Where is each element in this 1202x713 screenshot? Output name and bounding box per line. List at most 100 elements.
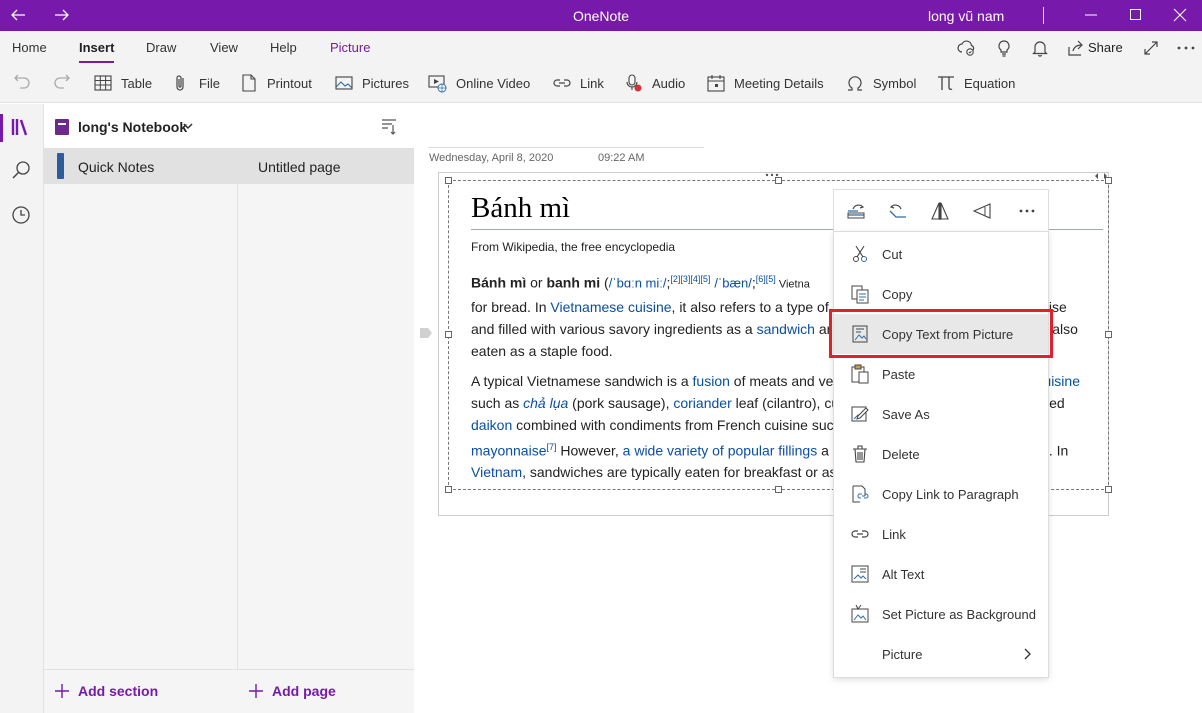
flip-horizontal-icon[interactable] <box>929 200 951 222</box>
resize-handle[interactable] <box>445 177 452 184</box>
add-page-button[interactable]: Add page <box>248 683 336 699</box>
clipboard-paste-icon <box>850 364 870 384</box>
redo-button[interactable] <box>52 72 80 94</box>
close-icon[interactable] <box>1173 8 1187 22</box>
add-page-label: Add page <box>272 683 336 699</box>
resize-handle[interactable] <box>775 177 782 184</box>
ribbon-tabs: Home Insert Draw View Help Picture Share <box>0 31 1202 64</box>
menu-label-picture: Picture <box>882 647 923 662</box>
sync-status-icon[interactable] <box>957 38 977 58</box>
menu-label-set-background: Set Picture as Background <box>882 607 1036 622</box>
online-video-icon <box>428 75 447 93</box>
insert-audio-button[interactable]: Audio <box>624 72 685 94</box>
menu-item-cut[interactable]: Cut <box>834 234 1048 274</box>
insert-file-button[interactable]: File <box>171 72 220 94</box>
microphone-icon <box>626 74 642 92</box>
paperclip-icon <box>176 75 184 91</box>
meeting-calendar-icon <box>707 75 725 92</box>
resize-handle[interactable] <box>445 331 452 338</box>
notebooks-library-icon[interactable] <box>10 116 32 138</box>
menu-item-alt-text[interactable]: Alt Text <box>834 554 1048 594</box>
picture-mini-toolbar <box>833 189 1049 231</box>
resize-handle[interactable] <box>445 486 452 493</box>
resize-handle[interactable] <box>1105 331 1112 338</box>
menu-label-link: Link <box>882 527 906 542</box>
container-width-arrows-icon[interactable] <box>1094 172 1108 180</box>
scissors-icon <box>850 244 870 264</box>
menu-label-copy-link: Copy Link to Paragraph <box>882 487 1019 502</box>
sort-icon[interactable] <box>380 117 398 135</box>
section-label: Quick Notes <box>78 159 155 175</box>
menu-label-cut: Cut <box>882 247 903 262</box>
more-options-icon[interactable] <box>1016 200 1038 222</box>
titlebar-divider <box>1043 7 1044 24</box>
recent-clock-icon[interactable] <box>10 204 32 226</box>
notebook-header: long's Notebook <box>44 104 414 148</box>
resize-handle[interactable] <box>775 486 782 493</box>
move-dots-icon[interactable] <box>764 172 780 178</box>
share-icon[interactable] <box>1066 38 1086 58</box>
flip-vertical-icon[interactable] <box>971 200 993 222</box>
chevron-down-icon[interactable] <box>182 121 194 131</box>
insert-link-button[interactable]: Link <box>552 72 604 94</box>
menu-item-link[interactable]: Link <box>834 514 1048 554</box>
paragraph-handle-icon[interactable] <box>420 328 432 338</box>
insert-online-video-button[interactable]: Online Video <box>428 72 530 94</box>
fullscreen-expand-icon[interactable] <box>1141 38 1161 58</box>
maximize-icon[interactable] <box>1129 8 1143 22</box>
menu-item-set-picture-as-background[interactable]: Set Picture as Background <box>834 594 1048 634</box>
menu-item-delete[interactable]: Delete <box>834 434 1048 474</box>
table-icon <box>94 75 112 91</box>
insert-equation-button[interactable]: Equation <box>936 72 1015 94</box>
picture-context-menu: Cut Copy Copy Text from Picture Paste Sa… <box>833 231 1049 678</box>
insert-printout-button[interactable]: Printout <box>239 72 312 94</box>
undo-button[interactable] <box>12 72 40 94</box>
notification-bell-icon[interactable] <box>1030 38 1050 58</box>
lightbulb-icon[interactable] <box>994 38 1014 58</box>
menu-item-copy-link-to-paragraph[interactable]: Copy Link to Paragraph <box>834 474 1048 514</box>
notebook-name[interactable]: long's Notebook <box>78 119 187 135</box>
tab-insert[interactable]: Insert <box>79 40 115 63</box>
insert-meeting-details-button[interactable]: Meeting Details <box>706 72 824 94</box>
menu-item-picture[interactable]: Picture <box>834 634 1048 674</box>
page-date: Wednesday, April 8, 2020 <box>429 152 554 164</box>
minimize-icon[interactable] <box>1084 8 1098 22</box>
menu-label-copy: Copy <box>882 287 913 302</box>
section-item-quick-notes[interactable]: Quick Notes <box>44 148 238 184</box>
insert-symbol-button[interactable]: Symbol <box>845 72 916 94</box>
menu-item-paste[interactable]: Paste <box>834 354 1048 394</box>
page-canvas[interactable]: Wednesday, April 8, 2020 09:22 AM Bánh m… <box>414 104 1202 713</box>
highlight-annotation-box <box>829 309 1053 358</box>
tab-draw[interactable]: Draw <box>146 40 176 55</box>
title-bar: OneNote long vũ nam <box>0 0 1202 31</box>
search-icon[interactable] <box>10 160 32 182</box>
insert-pictures-button[interactable]: Pictures <box>334 72 409 94</box>
set-background-icon <box>850 604 870 624</box>
user-name[interactable]: long vũ nam <box>928 8 1004 24</box>
page-time: 09:22 AM <box>598 152 645 164</box>
insert-table-button[interactable]: Table <box>93 72 152 94</box>
tab-help[interactable]: Help <box>270 40 297 55</box>
add-section-button[interactable]: Add section <box>54 683 158 699</box>
copy-icon <box>850 284 870 304</box>
menu-label-alt-text: Alt Text <box>882 567 925 582</box>
resize-handle[interactable] <box>1105 486 1112 493</box>
pi-equation-icon <box>938 76 954 90</box>
share-button[interactable]: Share <box>1088 40 1123 55</box>
tab-home[interactable]: Home <box>12 40 47 55</box>
redo-icon <box>54 74 70 89</box>
menu-item-save-as[interactable]: Save As <box>834 394 1048 434</box>
tab-view[interactable]: View <box>210 40 238 55</box>
menu-item-copy[interactable]: Copy <box>834 274 1048 314</box>
navigation-pane: long's Notebook Quick Notes Untitled pag… <box>44 104 414 713</box>
meeting-details-label: Meeting Details <box>734 75 824 91</box>
pages-list: Untitled page <box>238 148 414 669</box>
printout-label: Printout <box>267 75 312 91</box>
save-as-icon <box>850 404 870 424</box>
rotate-left-icon[interactable] <box>887 200 909 222</box>
page-item-untitled[interactable]: Untitled page <box>238 148 414 184</box>
rotate-right-icon[interactable] <box>845 200 867 222</box>
more-options-icon[interactable] <box>1176 38 1196 58</box>
copy-link-icon <box>850 484 870 504</box>
tab-picture[interactable]: Picture <box>330 40 370 55</box>
